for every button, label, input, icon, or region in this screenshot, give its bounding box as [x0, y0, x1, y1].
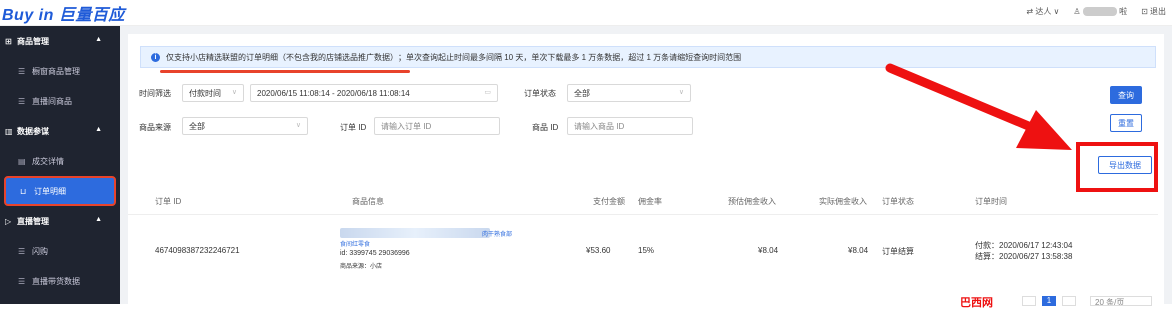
order-id-cell: 4674098387232246721	[155, 246, 240, 255]
prev-page-button[interactable]	[1022, 296, 1036, 306]
commission-rate-cell: 15%	[638, 246, 655, 255]
actual-commission-cell: ¥8.04	[848, 246, 869, 255]
col-est-commission: 预估佣金收入	[728, 197, 776, 206]
col-product-info: 商品信息	[352, 197, 384, 206]
product-tag[interactable]: 肉干熟食部	[482, 229, 512, 238]
col-order-id: 订单 ID	[155, 197, 182, 206]
product-id-text: id: 3399745 29036996	[340, 250, 410, 257]
col-status: 订单状态	[882, 197, 914, 206]
col-order-time: 订单时间	[975, 197, 1007, 206]
watermark: 巴西网	[960, 297, 993, 309]
est-commission-cell: ¥8.04	[758, 246, 779, 255]
product-source-text: 商品来源：小店	[340, 264, 383, 270]
settle-time-cell: 结算：2020/06/27 13:58:38	[975, 252, 1073, 261]
col-actual-commission: 实际佣金收入	[819, 197, 867, 206]
page-size-select[interactable]: 20 条/页	[1090, 296, 1152, 306]
product-name-link[interactable]: 食间红零食	[340, 239, 370, 248]
product-thumbnail-blurred	[340, 228, 490, 238]
status-cell: 订单结算	[882, 247, 914, 256]
col-pay-amount: 支付金额	[593, 197, 625, 206]
page-1-button[interactable]: 1	[1042, 296, 1056, 306]
col-commission-rate: 佣金率	[638, 197, 662, 206]
next-page-button[interactable]	[1062, 296, 1076, 306]
pay-time-cell: 付款：2020/06/17 12:43:04	[975, 241, 1073, 250]
table-divider	[128, 214, 1158, 215]
pay-amount-cell: ¥53.60	[586, 246, 611, 255]
